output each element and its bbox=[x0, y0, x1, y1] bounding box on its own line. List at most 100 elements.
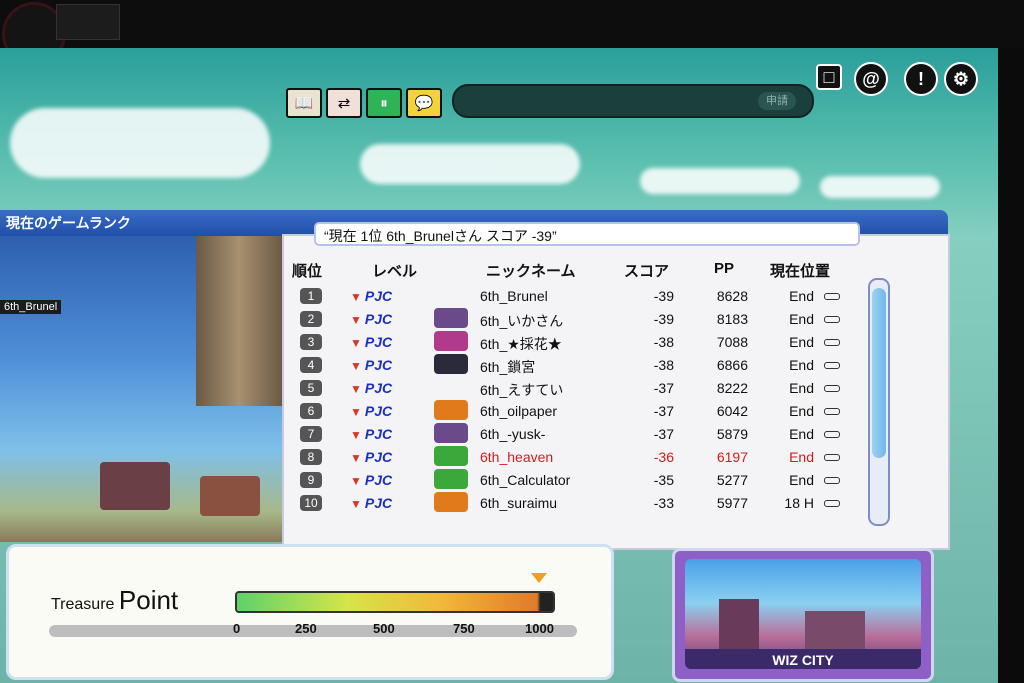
pp-cell: 8628 bbox=[716, 288, 748, 304]
treasure-point-label: Treasure Point bbox=[51, 585, 178, 616]
nickname-cell: 6th_oilpaper bbox=[480, 403, 558, 419]
request-button[interactable]: 申請 bbox=[758, 92, 796, 110]
position-cell: End bbox=[789, 403, 814, 419]
level-cell: PJC bbox=[350, 472, 392, 488]
level-cell: PJC bbox=[350, 403, 392, 419]
position-cell: End bbox=[789, 357, 814, 373]
header-nickname: ニックネーム bbox=[486, 263, 576, 280]
header-pp: PP bbox=[714, 260, 735, 277]
pause-icon[interactable]: ⏸ bbox=[366, 88, 402, 118]
pp-cell: 6042 bbox=[716, 403, 748, 419]
treasure-label-small: Treasure bbox=[51, 596, 115, 613]
pp-cell: 8222 bbox=[716, 380, 748, 396]
level-cell: PJC bbox=[350, 426, 392, 442]
header-rank: 順位 bbox=[292, 263, 323, 280]
level-cell: PJC bbox=[350, 334, 392, 350]
treasure-point-panel: Treasure Point 0 250 500 750 1000 bbox=[6, 544, 614, 680]
table-row[interactable]: 4 PJC 6th_鎖宮 -38 6866 End bbox=[284, 353, 894, 376]
avatar-icon bbox=[434, 400, 468, 420]
village-house bbox=[100, 462, 170, 510]
castle-tower bbox=[719, 599, 759, 649]
score-cell: -37 bbox=[653, 380, 674, 396]
table-row[interactable]: 6 PJC 6th_oilpaper -37 6042 End bbox=[284, 399, 894, 422]
settings-gear-icon[interactable]: ⚙ bbox=[944, 62, 978, 96]
rank-badge: 4 bbox=[300, 357, 322, 373]
header-level: レベル bbox=[372, 263, 418, 280]
table-row[interactable]: 9 PJC 6th_Calculator -35 5277 End bbox=[284, 468, 894, 491]
table-row[interactable]: 8 PJC 6th_heaven -36 6197 End bbox=[284, 445, 894, 468]
leader-banner: “現在 1位 6th_Brunelさん スコア -39” bbox=[314, 222, 860, 246]
table-row[interactable]: 3 PJC 6th_★採花★ -38 7088 End bbox=[284, 330, 894, 353]
rank-badge: 2 bbox=[300, 311, 322, 327]
rank-badge: 1 bbox=[300, 288, 322, 304]
position-indicator-icon bbox=[824, 431, 840, 438]
avatar-icon bbox=[434, 469, 468, 489]
position-cell: End bbox=[789, 288, 814, 304]
avatar-icon bbox=[434, 331, 468, 351]
chat-icon[interactable]: 💬 bbox=[406, 88, 442, 118]
level-cell: PJC bbox=[350, 311, 392, 327]
treasure-tick: 0 bbox=[233, 621, 241, 636]
position-cell: End bbox=[789, 334, 814, 350]
game-scene-view: 6th_Brunel bbox=[0, 236, 282, 542]
chat-input-bar[interactable]: 申請 bbox=[452, 84, 814, 118]
treasure-tick: 250 bbox=[295, 621, 317, 636]
cloud bbox=[360, 144, 580, 184]
book-icon[interactable]: 📖 bbox=[286, 88, 322, 118]
window-icon[interactable]: □ bbox=[816, 64, 842, 90]
avatar-icon bbox=[434, 354, 468, 374]
table-row[interactable]: 7 PJC 6th_-yusk- -37 5879 End bbox=[284, 422, 894, 445]
pp-cell: 7088 bbox=[716, 334, 748, 350]
score-cell: -36 bbox=[653, 449, 674, 465]
position-cell: End bbox=[789, 449, 814, 465]
table-row[interactable]: 1 PJC 6th_Brunel -39 8628 End bbox=[284, 284, 894, 307]
nickname-cell: 6th_heaven bbox=[480, 449, 554, 465]
position-indicator-icon bbox=[824, 385, 840, 392]
nickname-cell: 6th_-yusk- bbox=[480, 426, 546, 442]
cloud bbox=[640, 168, 800, 194]
cloud bbox=[10, 108, 270, 178]
nickname-cell: 6th_Calculator bbox=[480, 472, 571, 488]
ranking-header-row: 順位 レベル ニックネーム スコア PP 現在位置 bbox=[284, 254, 894, 280]
position-indicator-icon bbox=[824, 316, 840, 323]
pp-cell: 5879 bbox=[716, 426, 748, 442]
level-cell: PJC bbox=[350, 357, 392, 373]
level-cell: PJC bbox=[350, 495, 392, 511]
treasure-tick: 750 bbox=[453, 621, 475, 636]
position-indicator-icon bbox=[824, 362, 840, 369]
position-cell: End bbox=[789, 380, 814, 396]
treasure-marker-icon bbox=[531, 573, 547, 583]
avatar-icon bbox=[434, 492, 468, 512]
ranking-scrollbar[interactable] bbox=[868, 278, 890, 526]
alert-icon[interactable]: ! bbox=[904, 62, 938, 96]
scrollbar-thumb[interactable] bbox=[872, 288, 886, 458]
nickname-cell: 6th_えすてい bbox=[480, 382, 564, 398]
position-cell: End bbox=[789, 426, 814, 442]
spiral-icon[interactable]: @ bbox=[854, 62, 888, 96]
rank-badge: 8 bbox=[300, 449, 322, 465]
pp-cell: 6197 bbox=[716, 449, 748, 465]
position-indicator-icon bbox=[824, 454, 840, 461]
location-minimap[interactable]: WIZ CITY bbox=[672, 548, 934, 682]
header-score: スコア bbox=[624, 263, 670, 280]
table-row[interactable]: 2 PJC 6th_いかさん -39 8183 End bbox=[284, 307, 894, 330]
bezel-sticker bbox=[56, 4, 120, 40]
table-row[interactable]: 10 PJC 6th_suraimu -33 5977 18 H bbox=[284, 491, 894, 514]
pp-cell: 5277 bbox=[716, 472, 748, 488]
rank-badge: 10 bbox=[300, 495, 322, 511]
pp-cell: 5977 bbox=[716, 495, 748, 511]
position-cell: End bbox=[789, 472, 814, 488]
rank-badge: 5 bbox=[300, 380, 322, 396]
score-cell: -39 bbox=[653, 288, 674, 304]
treasure-tick: 500 bbox=[373, 621, 395, 636]
avatar-icon bbox=[434, 285, 468, 305]
transfer-icon[interactable]: ⇄ bbox=[326, 88, 362, 118]
treasure-tick: 1000 bbox=[525, 621, 554, 636]
rank-badge: 7 bbox=[300, 426, 322, 442]
table-row[interactable]: 5 PJC 6th_えすてい -37 8222 End bbox=[284, 376, 894, 399]
village-house bbox=[200, 476, 260, 516]
rank-badge: 9 bbox=[300, 472, 322, 488]
avatar-icon bbox=[434, 446, 468, 466]
score-cell: -38 bbox=[653, 357, 674, 373]
position-indicator-icon bbox=[824, 477, 840, 484]
